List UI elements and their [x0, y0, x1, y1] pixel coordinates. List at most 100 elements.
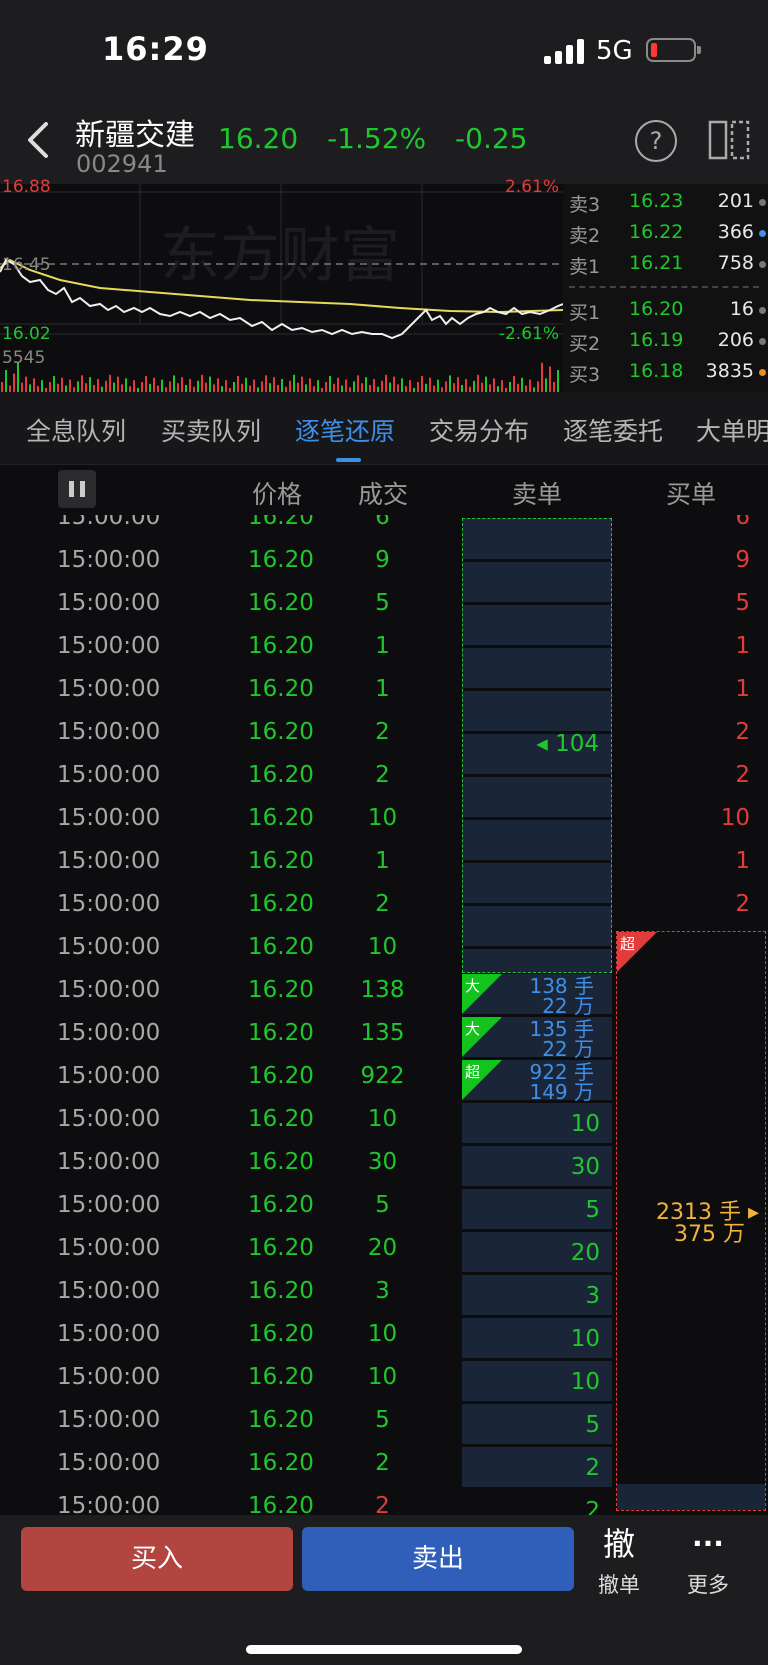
trade-volume: 20: [367, 1235, 398, 1261]
trade-row: 15:00:00 16.20 138: [0, 969, 768, 1012]
trade-price: 16.20: [248, 1321, 314, 1347]
ask-volume: 201: [717, 190, 754, 212]
trade-price: 16.20: [248, 515, 314, 530]
trade-time: 15:00:00: [57, 633, 161, 659]
trade-buy-volume: 10: [720, 805, 750, 831]
tab-tick-restore[interactable]: 逐笔还原: [295, 412, 395, 448]
buy-button[interactable]: 买入: [21, 1527, 293, 1591]
intraday-chart[interactable]: 东方财富 16.88 16.45 16.02 2.61% -2.61% 5545: [0, 177, 563, 392]
trade-price: 16.20: [248, 891, 314, 917]
help-icon[interactable]: ?: [635, 120, 677, 162]
ask-dot: [759, 230, 766, 237]
status-bar: 16:29 5G: [0, 0, 768, 100]
chart-ref: 16.45: [2, 255, 51, 275]
bid-dot: [759, 338, 766, 345]
bid-price: 16.20: [629, 298, 684, 320]
layout-switch-icon[interactable]: [708, 120, 750, 160]
trade-row: 15:00:00 16.20 2 2: [0, 754, 768, 797]
bid-label: 买1: [569, 302, 601, 324]
sell-button[interactable]: 卖出: [302, 1527, 574, 1591]
trade-time: 15:00:00: [57, 1235, 161, 1261]
ask-label: 卖2: [569, 225, 601, 247]
trade-price: 16.20: [248, 719, 314, 745]
trade-row: 15:00:00 16.20 1 1: [0, 668, 768, 711]
trade-volume: 9: [375, 547, 390, 573]
back-icon[interactable]: [22, 118, 56, 162]
trade-price: 16.20: [248, 1450, 314, 1476]
trade-time: 15:00:00: [57, 1149, 161, 1175]
trade-price: 16.20: [248, 762, 314, 788]
signal-icon: [544, 38, 588, 64]
stock-name: 新疆交建: [75, 118, 195, 153]
trade-list[interactable]: ◂ 104 大 138 手 22 万 大 135 手 22 万 超 922 手 149…: [0, 515, 768, 1515]
trade-volume: 138: [360, 977, 405, 1003]
trade-row: 15:00:00 16.20 2 2: [0, 711, 768, 754]
trade-buy-volume: 9: [735, 547, 750, 573]
trade-volume: 10: [367, 1321, 398, 1347]
trade-time: 15:00:00: [57, 1192, 161, 1218]
trade-volume: 2: [375, 762, 390, 788]
last-price: 16.20: [218, 122, 299, 155]
trade-price: 16.20: [248, 1192, 314, 1218]
trade-buy-volume: 6: [735, 515, 750, 530]
pause-icon[interactable]: [58, 470, 96, 508]
trade-price: 16.20: [248, 547, 314, 573]
trade-time: 15:00:00: [57, 1278, 161, 1304]
active-tab-indicator: [336, 458, 361, 462]
chart-canvas: 东方财富: [0, 184, 563, 392]
trade-time: 15:00:00: [57, 1321, 161, 1347]
bid-price: 16.19: [629, 329, 684, 351]
tab-trade-distribution[interactable]: 交易分布: [429, 412, 529, 448]
cancel-order-button[interactable]: 撤 撤单: [584, 1523, 654, 1599]
ask-volume: 366: [717, 221, 754, 243]
bid-volume: 16: [729, 298, 754, 320]
trade-time: 15:00:00: [57, 1106, 161, 1132]
trade-volume: 5: [375, 1192, 390, 1218]
trade-row: 15:00:00 16.20 135: [0, 1012, 768, 1055]
tab-big-orders[interactable]: 大单明: [696, 412, 768, 448]
ask-dot: [759, 261, 766, 268]
bid-volume: 206: [717, 329, 754, 351]
trade-volume: 3: [375, 1278, 390, 1304]
trade-row: 15:00:00 16.20 5 5: [0, 582, 768, 625]
col-buy: 买单: [666, 480, 717, 509]
chart-down-pct: -2.61%: [498, 324, 559, 344]
trade-price: 16.20: [248, 1149, 314, 1175]
trade-price: 16.20: [248, 934, 314, 960]
trade-volume: 1: [375, 633, 390, 659]
home-indicator: [246, 1645, 522, 1654]
chart-watermark: 东方财富: [160, 221, 400, 291]
bid-price: 16.18: [629, 360, 684, 382]
trade-row: 15:00:00 16.20 9 9: [0, 539, 768, 582]
bid-label: 买2: [569, 333, 601, 355]
tab-bid-ask-queue[interactable]: 买卖队列: [161, 412, 261, 448]
tab-full-queue[interactable]: 全息队列: [26, 412, 126, 448]
network-type: 5G: [596, 36, 633, 66]
order-book[interactable]: 卖3 16.23 201 卖2 16.22 366 卖1 16.21 758 买…: [563, 184, 768, 392]
tab-tick-orders[interactable]: 逐笔委托: [563, 412, 663, 448]
column-header: 价格 成交 卖单 买单: [0, 465, 768, 515]
trade-buy-volume: 1: [735, 848, 750, 874]
trade-volume: 2: [375, 719, 390, 745]
trade-row: 15:00:00 16.20 6 6: [0, 515, 768, 539]
trade-price: 16.20: [248, 1407, 314, 1433]
trade-price: 16.20: [248, 1106, 314, 1132]
trade-row: 15:00:00 16.20 10: [0, 1356, 768, 1399]
trade-volume: 5: [375, 1407, 390, 1433]
col-volume: 成交: [358, 480, 409, 509]
trade-time: 15:00:00: [57, 1493, 161, 1515]
trade-row: 15:00:00 16.20 20: [0, 1227, 768, 1270]
trade-volume: 135: [360, 1020, 405, 1046]
trade-volume: 922: [360, 1063, 405, 1089]
more-icon: ···: [692, 1527, 724, 1560]
trade-volume: 1: [375, 676, 390, 702]
more-button[interactable]: ··· 更多: [673, 1523, 743, 1599]
trade-price: 16.20: [248, 1278, 314, 1304]
trade-row: 15:00:00 16.20 5: [0, 1399, 768, 1442]
trade-time: 15:00:00: [57, 676, 161, 702]
trade-time: 15:00:00: [57, 547, 161, 573]
trade-row: 15:00:00 16.20 2: [0, 1485, 768, 1515]
battery-icon: [646, 38, 701, 62]
trade-row: 15:00:00 16.20 5: [0, 1184, 768, 1227]
trade-buy-volume: 2: [735, 762, 750, 788]
